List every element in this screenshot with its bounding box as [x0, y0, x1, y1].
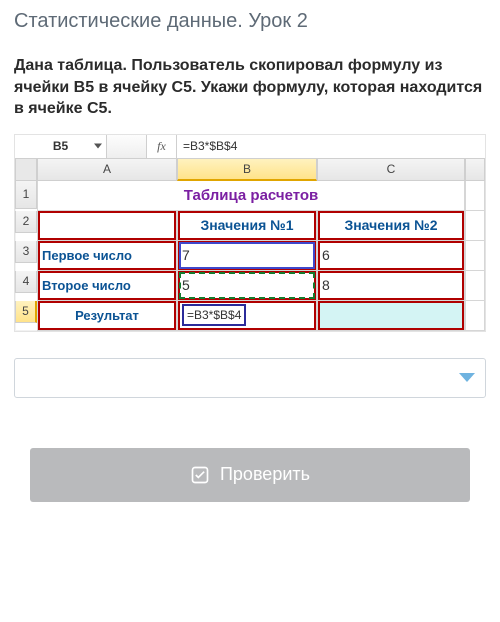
chevron-down-icon [459, 373, 475, 382]
name-box-value: B5 [53, 139, 68, 153]
check-button[interactable]: Проверить [30, 448, 470, 502]
row-header-2[interactable]: 2 [15, 211, 37, 233]
answer-dropdown[interactable] [14, 358, 486, 398]
col-header-c[interactable]: C [317, 159, 465, 181]
cell-c2: Значения №2 [317, 211, 465, 241]
row-header-3[interactable]: 3 [15, 241, 37, 263]
cell-c4: 8 [317, 271, 465, 301]
cell-b5-active[interactable]: =B3*$B$4 [177, 301, 317, 331]
cell-b5-value: =B3*$B$4 [182, 304, 246, 326]
name-box[interactable]: B5 [15, 135, 107, 158]
lesson-title: Статистические данные. Урок 2 [14, 10, 486, 33]
cell-empty [465, 241, 485, 271]
cell-b2: Значения №1 [177, 211, 317, 241]
cell-empty [465, 301, 485, 331]
select-all-corner[interactable] [15, 159, 37, 181]
row-header-5[interactable]: 5 [15, 301, 37, 323]
cell-a2 [37, 211, 177, 241]
cell-empty [465, 211, 485, 241]
cell-c5 [317, 301, 465, 331]
row-header-4[interactable]: 4 [15, 271, 37, 293]
check-button-label: Проверить [220, 464, 310, 485]
formula-bar-row: B5 fx =B3*$B$4 [15, 135, 485, 159]
cell-b3: 7 [177, 241, 317, 271]
cell-a5: Результат [37, 301, 177, 331]
row-header-1[interactable]: 1 [15, 181, 37, 209]
cell-c3: 6 [317, 241, 465, 271]
spreadsheet-grid: A B C 1 Таблица расчетов 2 Значения №1 З… [15, 159, 485, 331]
chevron-down-icon [94, 144, 102, 149]
cell-a3: Первое число [37, 241, 177, 271]
cell-empty [465, 181, 485, 211]
check-icon [190, 465, 210, 485]
table-title: Таблица расчетов [37, 181, 465, 211]
fx-icon[interactable]: fx [147, 135, 177, 158]
spreadsheet: B5 fx =B3*$B$4 A B C 1 Таблица расчетов … [14, 134, 486, 332]
cell-b4: 5 [177, 271, 317, 301]
col-header-a[interactable]: A [37, 159, 177, 181]
cell-a4: Второе число [37, 271, 177, 301]
question-text: Дана таблица. Пользователь скопировал фо… [14, 55, 486, 120]
formula-bar-input[interactable]: =B3*$B$4 [177, 135, 485, 158]
col-header-extra [465, 159, 485, 181]
col-header-b[interactable]: B [177, 159, 317, 181]
cell-empty [465, 271, 485, 301]
